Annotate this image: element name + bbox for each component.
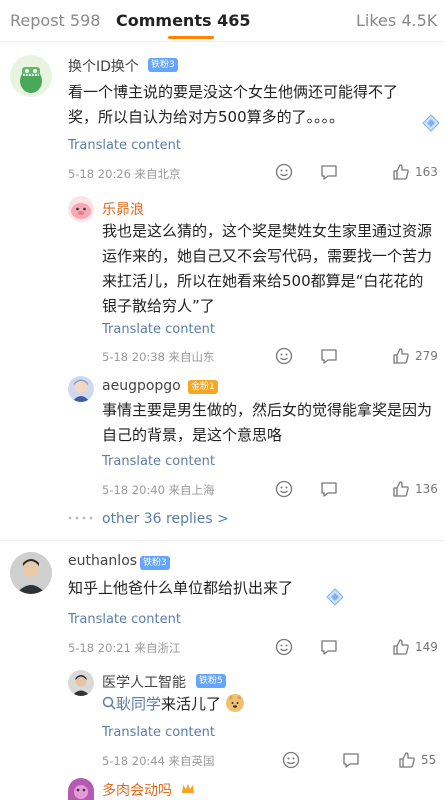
emoji-button[interactable] bbox=[275, 638, 293, 656]
doge-emoji-icon bbox=[225, 694, 244, 712]
comment-meta: 5-18 20:26 来自北京 bbox=[68, 167, 181, 181]
username[interactable]: 多肉会动吗 bbox=[102, 780, 172, 800]
comment-text: 看一个博主说的要是没这个女生他俩还可能得不了奖，所以自认为给对方500算多的了。… bbox=[68, 83, 399, 126]
translate-link[interactable]: Translate content bbox=[102, 322, 215, 337]
comment-text: 我也是这么猜的，这个奖是樊姓女生家里通过资源运作来的，她自己又不会写代码，需要找… bbox=[102, 222, 433, 315]
more-replies-link[interactable]: other 36 replies > bbox=[102, 511, 229, 527]
comment-text-rest: 来活儿了 bbox=[161, 695, 222, 713]
tab-comments[interactable]: Comments 465 bbox=[116, 11, 250, 30]
mention-link[interactable]: 耿同学 bbox=[116, 695, 161, 713]
thumbs-up-icon bbox=[393, 164, 409, 180]
comment-icon bbox=[343, 753, 359, 768]
diamond-decoration-icon bbox=[326, 588, 344, 606]
translate-link[interactable]: Translate content bbox=[68, 612, 181, 627]
diamond-decoration-icon bbox=[422, 114, 440, 132]
crown-badge-icon bbox=[182, 784, 194, 793]
comment-meta: 5-18 20:44 来自英国 bbox=[102, 754, 215, 768]
comment-icon bbox=[321, 349, 337, 364]
comment-icon bbox=[321, 165, 337, 180]
comment-text: 耿同学来活儿了 bbox=[102, 692, 402, 717]
like-button[interactable]: 55 bbox=[398, 751, 436, 769]
comment-text: 知乎上他爸什么单位都给扒出来了 bbox=[68, 579, 294, 597]
translate-link[interactable]: Translate content bbox=[102, 725, 215, 740]
avatar[interactable] bbox=[68, 778, 94, 800]
thumbs-up-icon bbox=[393, 348, 409, 364]
emoji-button[interactable] bbox=[275, 347, 293, 365]
reply-button[interactable] bbox=[320, 638, 338, 656]
avatar[interactable] bbox=[68, 376, 94, 402]
comment-tabs: Repost 598 Comments 465 Likes 4.5K bbox=[0, 0, 444, 42]
comment-meta: 5-18 20:21 来自浙江 bbox=[68, 641, 181, 655]
comment-text: 事情主要是男生做的，然后女的觉得能拿奖是因为自己的背景，是这个意思咯 bbox=[102, 401, 433, 444]
like-button[interactable]: 163 bbox=[392, 163, 438, 181]
comment-meta: 5-18 20:40 来自上海 bbox=[102, 483, 215, 497]
fan-badge: 铁粉3 bbox=[140, 556, 170, 570]
like-count: 55 bbox=[421, 753, 437, 767]
username[interactable]: 乐昴浪 bbox=[102, 199, 144, 219]
active-tab-indicator bbox=[168, 36, 214, 39]
translate-link[interactable]: Translate content bbox=[68, 138, 181, 153]
comment-icon bbox=[321, 482, 337, 497]
username[interactable]: 换个ID换个 bbox=[68, 56, 139, 76]
emoji-icon bbox=[275, 480, 293, 498]
like-button[interactable]: 279 bbox=[392, 347, 438, 365]
tab-repost[interactable]: Repost 598 bbox=[10, 11, 100, 30]
thumbs-up-icon bbox=[393, 639, 409, 655]
like-count: 279 bbox=[415, 349, 438, 363]
emoji-button[interactable] bbox=[275, 480, 293, 498]
emoji-button[interactable] bbox=[275, 163, 293, 181]
fan-badge: 铁粉5 bbox=[196, 674, 226, 688]
avatar[interactable] bbox=[68, 670, 94, 696]
fan-badge: 铁粉3 bbox=[148, 58, 178, 72]
comment-icon bbox=[321, 640, 337, 655]
reply-button[interactable] bbox=[320, 480, 338, 498]
more-replies-dots-icon bbox=[68, 516, 93, 520]
tab-likes[interactable]: Likes 4.5K bbox=[356, 11, 437, 30]
search-icon bbox=[102, 696, 116, 710]
thumbs-up-icon bbox=[393, 481, 409, 497]
emoji-icon bbox=[275, 163, 293, 181]
username[interactable]: euthanlos bbox=[68, 553, 137, 569]
reply-button[interactable] bbox=[342, 751, 360, 769]
emoji-icon bbox=[275, 638, 293, 656]
like-count: 163 bbox=[415, 165, 438, 179]
avatar[interactable] bbox=[10, 552, 52, 594]
like-count: 149 bbox=[415, 640, 438, 654]
avatar[interactable] bbox=[10, 55, 52, 97]
like-count: 136 bbox=[415, 482, 438, 496]
username[interactable]: 医学人工智能 bbox=[102, 672, 186, 692]
avatar[interactable] bbox=[68, 196, 94, 222]
like-button[interactable]: 136 bbox=[392, 480, 438, 498]
reply-button[interactable] bbox=[320, 347, 338, 365]
like-button[interactable]: 149 bbox=[392, 638, 438, 656]
emoji-icon bbox=[282, 751, 300, 769]
username[interactable]: aeugpopgo bbox=[102, 378, 181, 394]
emoji-icon bbox=[275, 347, 293, 365]
fan-badge: 金粉1 bbox=[188, 380, 218, 394]
comment-meta: 5-18 20:38 来自山东 bbox=[102, 350, 215, 364]
thumbs-up-icon bbox=[399, 752, 415, 768]
emoji-button[interactable] bbox=[282, 751, 300, 769]
reply-button[interactable] bbox=[320, 163, 338, 181]
translate-link[interactable]: Translate content bbox=[102, 454, 215, 469]
divider bbox=[0, 540, 444, 541]
